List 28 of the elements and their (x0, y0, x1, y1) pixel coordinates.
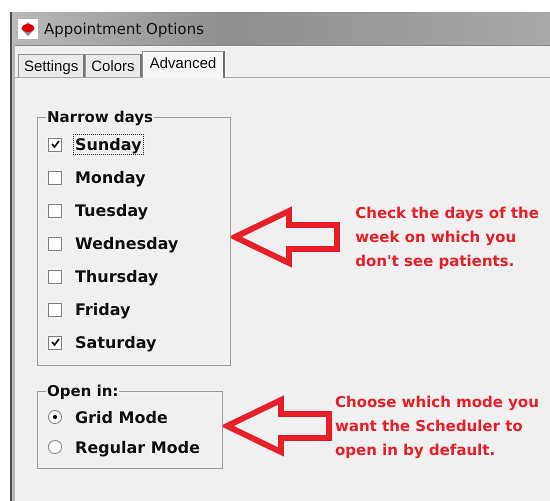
checkbox-label[interactable]: Friday (73, 299, 132, 320)
checkbox[interactable] (48, 336, 62, 350)
annotation-text: Check the days of the week on which you don't see patients. (355, 203, 540, 272)
radio-label[interactable]: Regular Mode (73, 436, 202, 458)
tab[interactable]: Colors (85, 54, 142, 77)
tab[interactable]: Settings (18, 54, 86, 77)
checkbox[interactable] (48, 302, 62, 316)
annotation-text: Choose which mode you want the Scheduler to open in by default. (335, 392, 540, 460)
checkbox-label[interactable]: Thursday (73, 266, 160, 287)
group-title: Narrow days (46, 108, 154, 126)
radio-label[interactable]: Grid Mode (73, 406, 170, 428)
checkbox[interactable] (48, 236, 62, 250)
checkbox[interactable] (48, 138, 62, 152)
checkbox[interactable] (48, 270, 62, 284)
arrow-icon (223, 394, 335, 456)
checkbox[interactable] (48, 170, 62, 184)
checkbox-label[interactable]: Monday (73, 167, 148, 188)
radio-button[interactable] (48, 440, 62, 454)
checkbox-label[interactable]: Tuesday (73, 200, 150, 221)
checkbox-label[interactable]: Wednesday (73, 233, 180, 254)
group-title: Open in: (46, 382, 120, 400)
radio-button[interactable] (48, 410, 62, 424)
window-title: Appointment Options (44, 20, 204, 38)
checkbox[interactable] (48, 204, 62, 218)
checkbox-label[interactable]: Sunday (73, 134, 144, 155)
tab[interactable]: Advanced (142, 51, 226, 78)
checkbox-label[interactable]: Saturday (73, 332, 158, 353)
app-icon (18, 18, 38, 38)
